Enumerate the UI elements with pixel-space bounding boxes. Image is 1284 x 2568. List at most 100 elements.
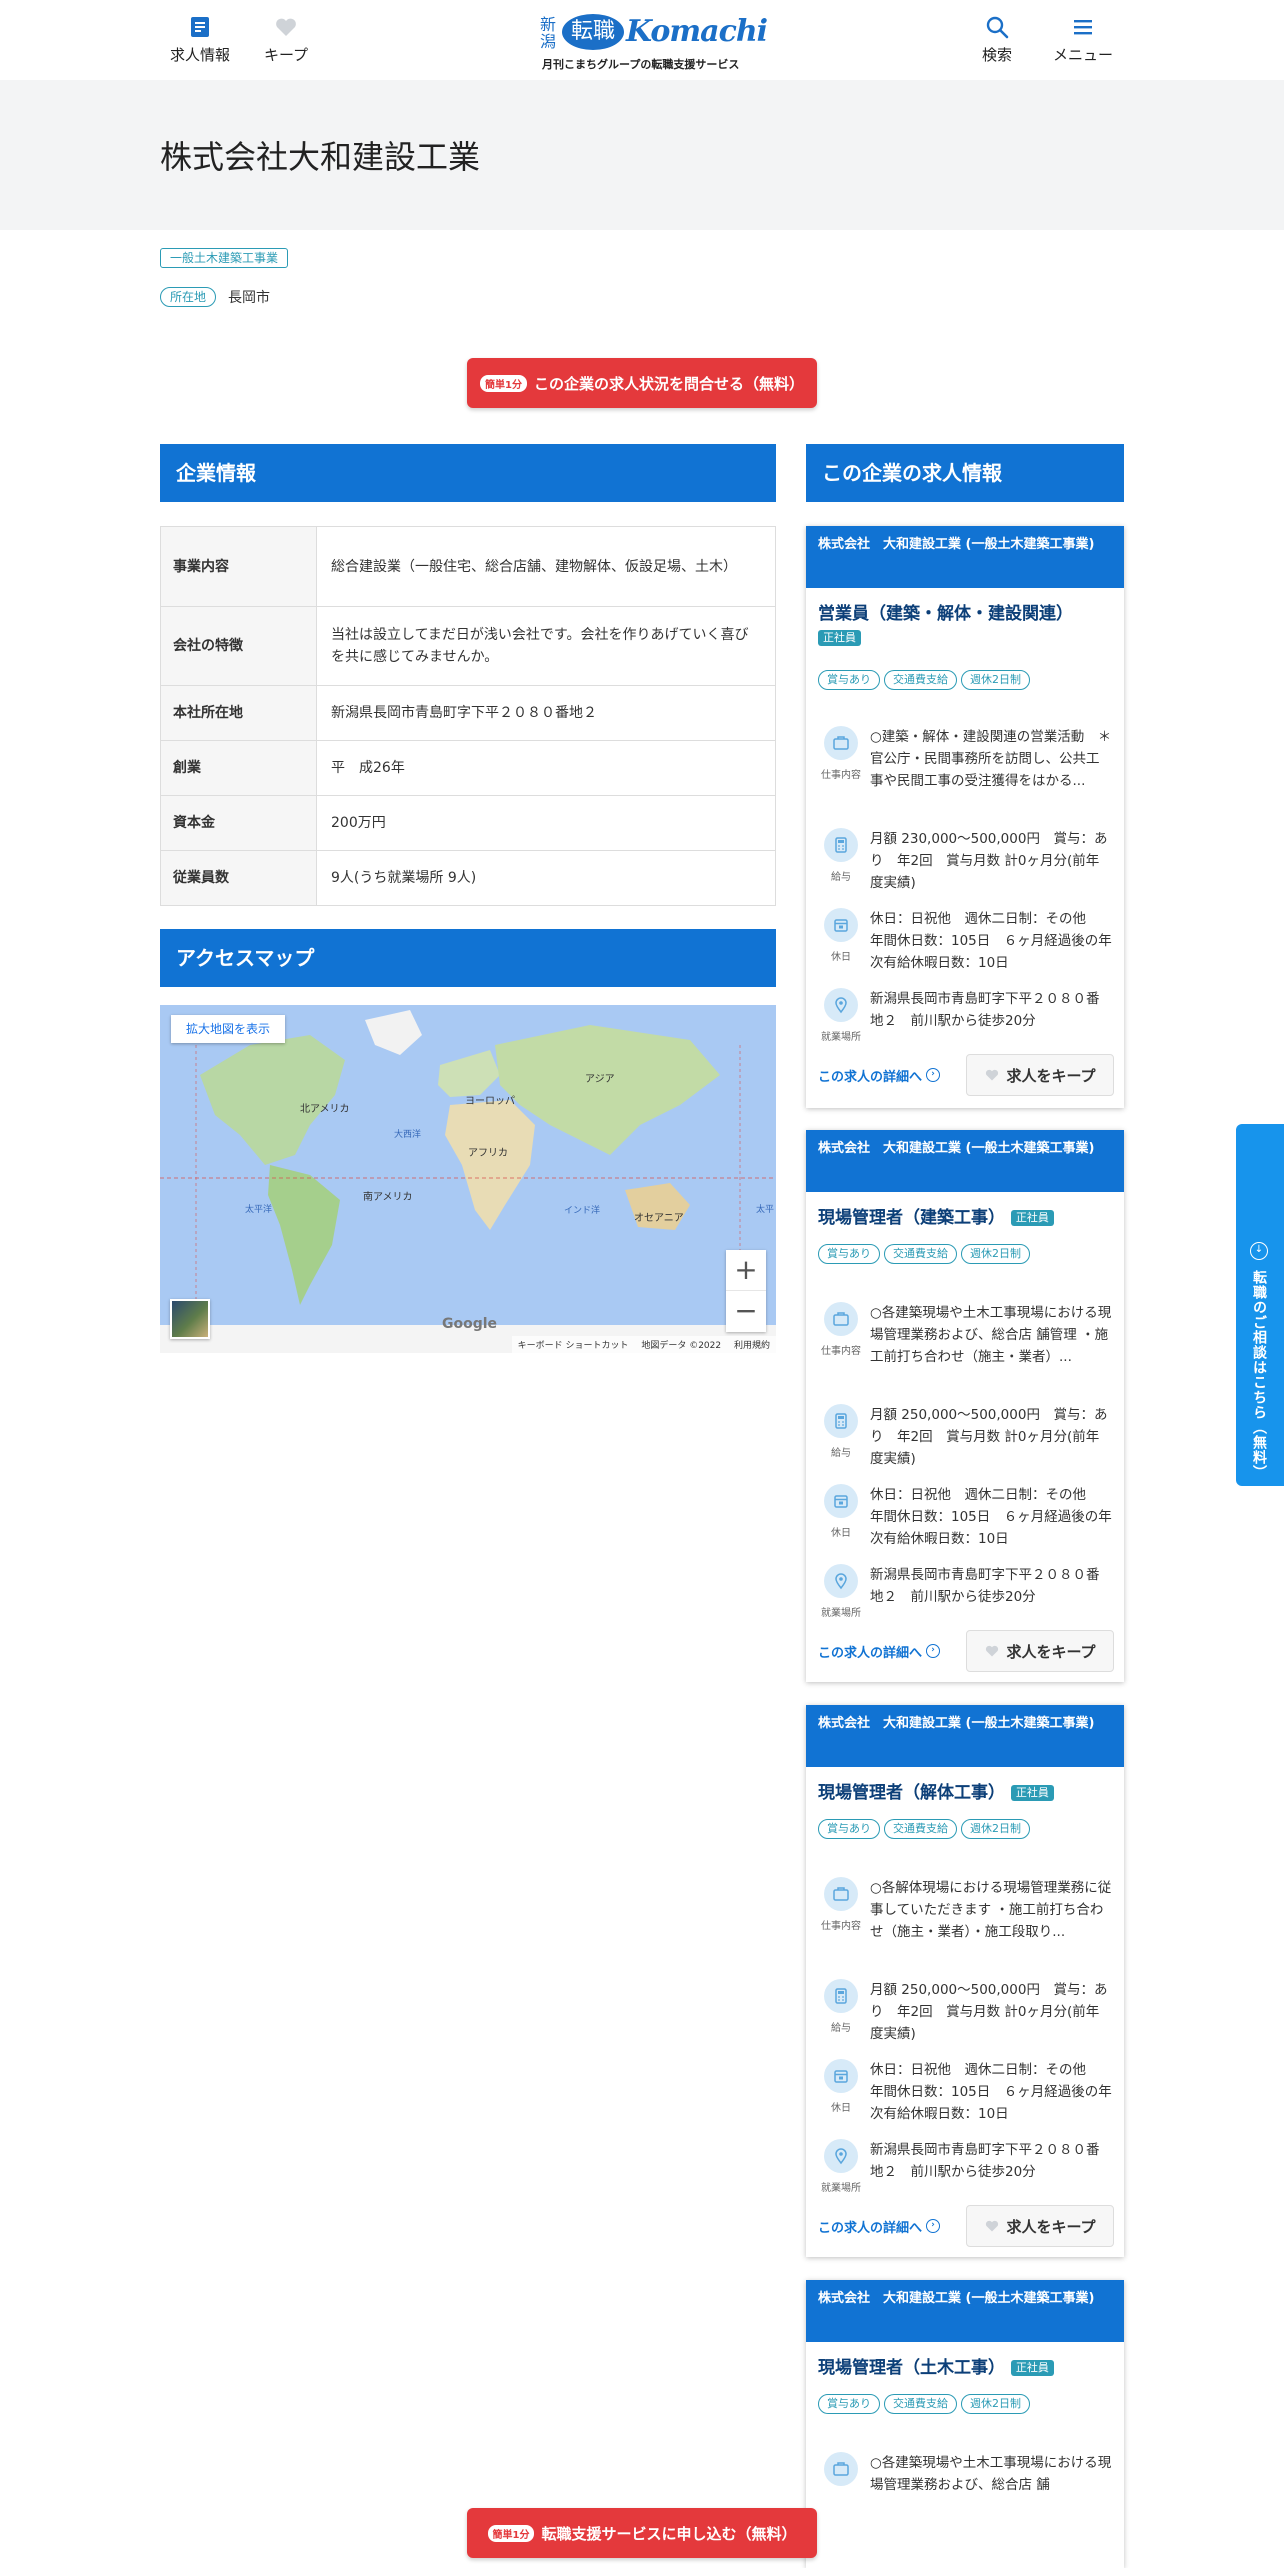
arrow-down-icon: ↓ bbox=[1250, 1242, 1268, 1260]
row-label: 給与 bbox=[831, 1448, 851, 1459]
job-title-block[interactable]: 現場管理者（建築工事） 正社員 bbox=[818, 1206, 1112, 1230]
job-holiday-row: 休日 休日：日祝他 週休二日制：その他 年間休日数：105日 ６ヶ月経過後の年次… bbox=[818, 1484, 1112, 1550]
job-salary-row: 給与 月額 250,000～500,000円 賞与：あり 年2回 賞与月数 計0… bbox=[818, 1404, 1112, 1470]
nav-search[interactable]: 検索 bbox=[957, 14, 1037, 65]
table-value: 9人(うち就業場所 9人) bbox=[316, 850, 776, 906]
table-row: 従業員数 9人(うち就業場所 9人) bbox=[160, 850, 776, 906]
job-work: ○各建築現場や土木工事現場における現場管理業務および、総合店 舗 bbox=[870, 2455, 1112, 2493]
job-card: 株式会社 大和建設工業 (一般土木建築工事業) 現場管理者（解体工事） 正社員 … bbox=[806, 1705, 1124, 2257]
job-holiday: 休日：日祝他 週休二日制：その他 年間休日数：105日 ６ヶ月経過後の年次有給休… bbox=[870, 1487, 1112, 1547]
map-label: 太平洋 bbox=[245, 1205, 273, 1215]
nav-menu-label: メニュー bbox=[1052, 46, 1113, 64]
job-holiday: 休日：日祝他 週休二日制：その他 年間休日数：105日 ６ヶ月経過後の年次有給休… bbox=[870, 911, 1112, 971]
job-title-block[interactable]: 現場管理者（解体工事） 正社員 bbox=[818, 1781, 1112, 1805]
access-map[interactable]: 拡大地図を表示 北アメリカ ヨーロッパ アジア 大西洋 アフリカ 南アメリカ 太… bbox=[160, 1005, 776, 1353]
briefcase-icon bbox=[824, 2452, 858, 2486]
job-details: 仕事内容 ○各解体現場における現場管理業務に従事していただきます ・施工前打ち合… bbox=[806, 1877, 1124, 2195]
satellite-toggle[interactable] bbox=[170, 1299, 210, 1339]
row-label: 仕事内容 bbox=[821, 770, 861, 781]
employment-badge: 正社員 bbox=[818, 630, 861, 646]
nav-search-label: 検索 bbox=[981, 46, 1012, 64]
benefit-tags: 賞与あり 交通費支給 週休2日制 bbox=[818, 668, 1112, 690]
map-pin-icon bbox=[824, 1564, 858, 1598]
world-map-graphic bbox=[160, 1005, 776, 1353]
table-value: 平 成26年 bbox=[316, 740, 776, 796]
employment-badge: 正社員 bbox=[1010, 2360, 1054, 2376]
job-title-block[interactable]: 現場管理者（土木工事） 正社員 bbox=[818, 2356, 1112, 2380]
job-place: 新潟県長岡市青島町字下平２０８０番地２ 前川駅から徒歩20分 bbox=[870, 991, 1100, 1029]
row-label: 休日 bbox=[831, 1528, 851, 1539]
job-holiday-row: 休日 休日：日祝他 週休二日制：その他 年間休日数：105日 ６ヶ月経過後の年次… bbox=[818, 2059, 1112, 2125]
nav-keep[interactable]: キープ bbox=[246, 14, 326, 65]
keep-job-label: 求人をキープ bbox=[1006, 1642, 1096, 1661]
table-key: 従業員数 bbox=[160, 850, 317, 906]
enlarge-map-button[interactable]: 拡大地図を表示 bbox=[171, 1015, 285, 1043]
heart-icon bbox=[276, 18, 296, 36]
job-holiday-row: 休日 休日：日祝他 週休二日制：その他 年間休日数：105日 ６ヶ月経過後の年次… bbox=[818, 908, 1112, 974]
benefit-tags: 賞与あり 交通費支給 週休2日制 bbox=[818, 1242, 1112, 1264]
map-shortcuts-link[interactable]: キーボード ショートカット bbox=[518, 1341, 629, 1351]
employment-badge: 正社員 bbox=[1010, 1210, 1054, 1226]
job-holiday: 休日：日祝他 週休二日制：その他 年間休日数：105日 ６ヶ月経過後の年次有給休… bbox=[870, 2062, 1112, 2122]
benefit-tag: 交通費支給 bbox=[884, 1819, 957, 1839]
benefit-tag: 賞与あり bbox=[818, 2394, 880, 2414]
job-work-row: 仕事内容 ○各建築現場や土木工事現場における現場管理業務および、総合店 舗管理 … bbox=[818, 1302, 1112, 1390]
job-title: 現場管理者（建築工事） bbox=[818, 1208, 1005, 1228]
job-detail-link[interactable]: この求人の詳細へ › bbox=[818, 1066, 941, 1085]
job-work: ○建築・解体・建設関連の営業活動 ＊官公庁・民間事務所を訪問し、公共工事や民間工… bbox=[870, 729, 1112, 789]
site-logo[interactable]: 新潟 転職 Komachi 月刊こまちグループの転職支援サービス bbox=[540, 12, 768, 72]
nav-job-list-label: 求人情報 bbox=[169, 46, 230, 64]
heart-icon bbox=[986, 2220, 999, 2232]
benefit-tag: 週休2日制 bbox=[961, 1819, 1030, 1839]
job-salary-row: 給与 月額 250,000～500,000円 賞与：あり 年2回 賞与月数 計0… bbox=[818, 1979, 1112, 2045]
job-detail-label: この求人の詳細へ bbox=[818, 1645, 923, 1661]
row-label: 就業場所 bbox=[821, 1032, 861, 1043]
job-salary: 月額 250,000～500,000円 賞与：あり 年2回 賞与月数 計0ヶ月分… bbox=[870, 1982, 1108, 2042]
keep-job-button[interactable]: 求人をキープ bbox=[966, 1630, 1114, 1672]
table-value: 総合建設業（一般住宅、総合店舗、建物解体、仮設足場、土木） bbox=[316, 526, 776, 607]
job-place-row: 就業場所 新潟県長岡市青島町字下平２０８０番地２ 前川駅から徒歩20分 bbox=[818, 1564, 1112, 1620]
benefit-tag: 交通費支給 bbox=[884, 670, 957, 690]
benefit-tags: 賞与あり 交通費支給 週休2日制 bbox=[818, 2392, 1112, 2414]
title-band: 株式会社大和建設工業 bbox=[0, 80, 1284, 230]
map-label: アジア bbox=[585, 1074, 615, 1085]
map-pin-icon bbox=[824, 988, 858, 1022]
nav-keep-label: キープ bbox=[263, 46, 309, 64]
zoom-out-button[interactable]: − bbox=[726, 1291, 766, 1332]
calculator-icon bbox=[824, 1404, 858, 1438]
table-row: 事業内容 総合建設業（一般住宅、総合店舗、建物解体、仮設足場、土木） bbox=[160, 526, 776, 607]
job-detail-link[interactable]: この求人の詳細へ › bbox=[818, 2217, 941, 2236]
keep-job-button[interactable]: 求人をキープ bbox=[966, 1054, 1114, 1096]
map-terms-link[interactable]: 利用規約 bbox=[734, 1341, 770, 1351]
industry-tag: 一般土木建築工事業 bbox=[160, 248, 289, 268]
map-label: アフリカ bbox=[468, 1148, 508, 1159]
apply-badge: 簡単1分 bbox=[487, 2524, 535, 2542]
jobs-heading: この企業の求人情報 bbox=[806, 444, 1124, 502]
job-title-block[interactable]: 営業員（建築・解体・建設関連） 正社員 bbox=[818, 602, 1112, 650]
map-footer: キーボード ショートカット 地図データ ©2022 利用規約 bbox=[511, 1336, 776, 1353]
job-detail-link[interactable]: この求人の詳細へ › bbox=[818, 1642, 941, 1661]
keep-job-button[interactable]: 求人をキープ bbox=[966, 2205, 1114, 2247]
job-place: 新潟県長岡市青島町字下平２０８０番地２ 前川駅から徒歩20分 bbox=[870, 2142, 1100, 2180]
keep-job-label: 求人をキープ bbox=[1006, 1066, 1096, 1085]
job-details: 仕事内容 ○建築・解体・建設関連の営業活動 ＊官公庁・民間事務所を訪問し、公共工… bbox=[806, 726, 1124, 1044]
inquire-button[interactable]: 簡単1分 この企業の求人状況を問合せる（無料） bbox=[467, 358, 817, 408]
job-company: 株式会社 大和建設工業 (一般土木建築工事業) bbox=[806, 526, 1124, 588]
job-salary-row: 給与 月額 230,000～500,000円 賞与：あり 年2回 賞与月数 計0… bbox=[818, 828, 1112, 894]
job-details: 仕事内容 ○各建築現場や土木工事現場における現場管理業務および、総合店 舗管理 … bbox=[806, 1302, 1124, 1620]
nav-menu[interactable]: メニュー bbox=[1043, 14, 1123, 65]
logo-badge: 転職 bbox=[562, 14, 624, 50]
job-title: 営業員（建築・解体・建設関連） bbox=[818, 604, 1073, 624]
job-company: 株式会社 大和建設工業 (一般土木建築工事業) bbox=[806, 1705, 1124, 1767]
company-info-heading: 企業情報 bbox=[160, 444, 776, 502]
calculator-icon bbox=[824, 828, 858, 862]
apply-button[interactable]: 簡単1分 転職支援サービスに申し込む（無料） bbox=[467, 2508, 817, 2558]
nav-job-list[interactable]: 求人情報 bbox=[160, 14, 240, 65]
zoom-in-button[interactable]: + bbox=[726, 1250, 766, 1291]
employment-badge: 正社員 bbox=[1010, 1785, 1054, 1801]
row-label: 休日 bbox=[831, 952, 851, 963]
consultation-side-tab[interactable]: ↓ 転職のご相談はこちら（無料） bbox=[1236, 1124, 1284, 1486]
location-row: 所在地 長岡市 bbox=[160, 287, 270, 307]
calendar-icon bbox=[824, 2059, 858, 2093]
job-card-footer: この求人の詳細へ › 求人をキープ bbox=[818, 1054, 1114, 1096]
